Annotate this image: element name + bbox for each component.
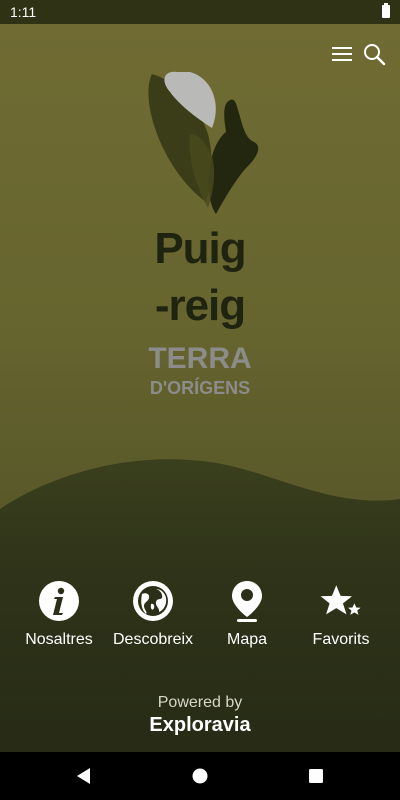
powered-by-text: Powered by — [157, 694, 243, 711]
globe-icon — [131, 579, 175, 623]
nav-label-mapa: Mapa — [226, 631, 268, 648]
star-icon — [319, 579, 363, 623]
nav-item-descobreix[interactable]: Descobreix — [106, 579, 200, 649]
search-icon[interactable] — [362, 42, 386, 66]
home-icon[interactable] — [190, 766, 210, 786]
logo-subtitle-terra: TERRA — [148, 342, 252, 375]
battery-icon — [382, 3, 390, 18]
nav-label-favorits: Favorits — [312, 631, 370, 648]
brand-logo-text: Exploravia — [149, 714, 251, 736]
nav-label-descobreix: Descobreix — [112, 631, 194, 648]
system-nav-bar — [0, 752, 400, 800]
nav-item-mapa[interactable]: Mapa — [200, 579, 294, 649]
status-time: 1:11 — [10, 4, 37, 20]
map-pin-icon — [225, 579, 269, 623]
nav-label-nosaltres: Nosaltres — [25, 631, 93, 648]
recents-icon[interactable] — [306, 766, 326, 786]
logo-subtitle-origens: D'ORÍGENS — [149, 378, 251, 398]
back-icon[interactable] — [74, 766, 94, 786]
nav-item-nosaltres[interactable]: Nosaltres — [12, 579, 106, 649]
logo-mark — [148, 71, 259, 214]
header-actions — [330, 42, 386, 66]
menu-icon[interactable] — [330, 42, 354, 66]
info-icon — [37, 579, 81, 623]
nav-item-favorits[interactable]: Favorits — [294, 579, 388, 649]
app-screen: Puig -reig TERRA D'ORÍGENS Nosaltres Des… — [0, 24, 400, 752]
main-nav: Nosaltres Descobreix Mapa Favorits — [0, 579, 400, 659]
logo-title-reig: -reig — [154, 281, 246, 330]
status-bar: 1:11 — [0, 0, 400, 24]
logo-title-puig: Puig — [154, 224, 246, 273]
